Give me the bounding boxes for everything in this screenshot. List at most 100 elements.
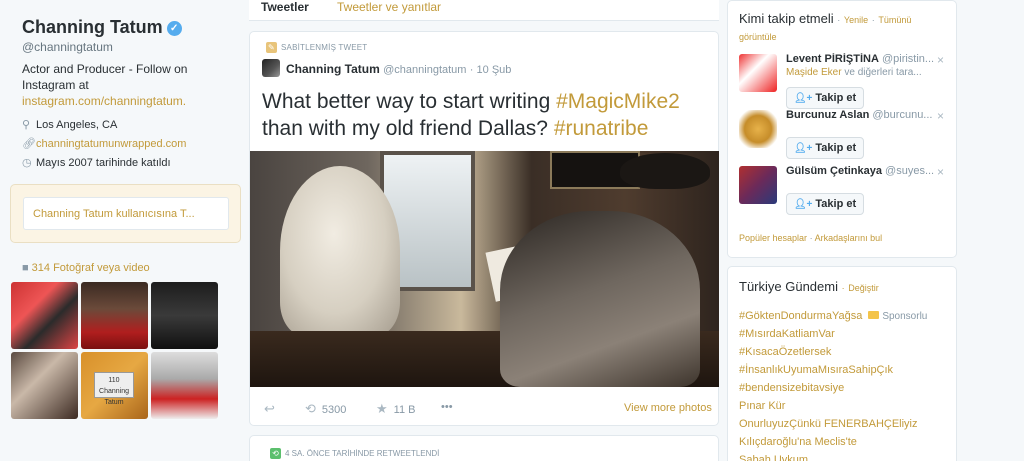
avatar[interactable] bbox=[739, 166, 777, 204]
media-thumbnail[interactable] bbox=[11, 282, 78, 349]
retweet-button[interactable]: ⟲ 5300 bbox=[305, 401, 346, 417]
more-button[interactable]: ••• bbox=[441, 401, 453, 413]
follow-label[interactable]: Takip et bbox=[815, 198, 856, 210]
who-to-follow-heading: Kimi takip etmeli bbox=[739, 11, 834, 26]
website-link[interactable]: channingtatumunwrapped.com bbox=[36, 138, 186, 150]
tweet-photo[interactable] bbox=[250, 151, 719, 387]
media-thumbnail[interactable]: 110 Channing Tatum bbox=[81, 352, 148, 419]
who-to-follow-title: Kimi takip etmeli · Yenile · Tümünü görü… bbox=[739, 11, 949, 45]
profile-name-text[interactable]: Channing Tatum bbox=[22, 17, 163, 37]
thumbnail-plaque: 110 Channing Tatum bbox=[94, 372, 134, 406]
plaque-number: 110 bbox=[108, 377, 120, 384]
find-friends-link[interactable]: Arkadaşlarını bul bbox=[815, 233, 883, 243]
profile-handle[interactable]: @channingtatum bbox=[22, 40, 113, 54]
link-icon: 🔗︎ bbox=[22, 138, 36, 150]
author-handle[interactable]: @channingtatum bbox=[383, 64, 466, 76]
suggestion-name-text[interactable]: Gülsüm Çetinkaya bbox=[786, 165, 882, 177]
favorite-button[interactable]: ★ 11 B bbox=[376, 401, 415, 417]
trend-item[interactable]: #bendensizebitavsiye bbox=[739, 379, 954, 397]
separator: · bbox=[809, 233, 813, 243]
add-user-icon: 👤︎+ bbox=[793, 93, 813, 104]
suggestion-handle[interactable]: @burcunu... bbox=[872, 109, 932, 121]
suggestion-handle[interactable]: @piristin... bbox=[882, 53, 934, 65]
avatar[interactable] bbox=[262, 59, 280, 77]
tweet-date[interactable]: 10 Şub bbox=[477, 64, 512, 76]
plaque-name: Channing Tatum bbox=[99, 388, 129, 406]
trend-item[interactable]: #KısacaÖzetlersek bbox=[739, 343, 954, 361]
trends-list: #GöktenDondurmaYağsa Sponsorlu #MısırdaKa… bbox=[739, 307, 954, 461]
map-pin-icon: ⚲ bbox=[22, 119, 31, 131]
trend-item[interactable]: #MısırdaKatliamVar bbox=[739, 325, 954, 343]
bio-instagram-link[interactable]: instagram.com/channingtatum. bbox=[22, 94, 186, 108]
trend-item[interactable]: Sabah Uykum bbox=[739, 451, 954, 461]
calendar-icon: ◷ bbox=[22, 157, 32, 169]
photos-videos-label[interactable]: 314 Fotoğraf veya video bbox=[32, 262, 150, 274]
tweet-author[interactable]: Channing Tatum @channingtatum · 10 Şub bbox=[286, 62, 511, 76]
follow-label[interactable]: Takip et bbox=[815, 142, 856, 154]
trend-item[interactable]: Kılıçdaroğlu'na Meclis'te bbox=[739, 433, 954, 451]
close-icon[interactable]: × bbox=[937, 53, 944, 67]
follow-button[interactable]: 👤︎+ Takip et bbox=[786, 87, 864, 109]
trend-item[interactable]: #GöktenDondurmaYağsa Sponsorlu bbox=[739, 307, 954, 325]
retweeted-tweet[interactable]: ⟲ 4 SA. ÖNCE TARİHİNDE RETWEETLENDİ bbox=[249, 435, 719, 461]
trend-label[interactable]: #GöktenDondurmaYağsa bbox=[739, 310, 862, 322]
separator: · bbox=[841, 283, 845, 293]
profile-bio: Actor and Producer - Follow on Instagram… bbox=[22, 61, 222, 109]
trend-item[interactable]: #İnsanlıkUyumaMısıraSahipÇık bbox=[739, 361, 954, 379]
timeline: Tweetler Tweetler ve yanıtlar ✎ SABİTLENM… bbox=[249, 0, 719, 461]
author-name[interactable]: Channing Tatum bbox=[286, 62, 380, 76]
avatar[interactable] bbox=[739, 54, 777, 92]
hashtag-link[interactable]: #runatribe bbox=[554, 117, 649, 140]
trends-title: Türkiye Gündemi · Değiştir bbox=[739, 279, 879, 294]
close-icon[interactable]: × bbox=[937, 165, 944, 179]
suggestion-item: Levent PİRİŞTİNA @piristin... × Maşide E… bbox=[739, 51, 949, 109]
tweet-to-input[interactable]: Channing Tatum kullanıcısına T... bbox=[23, 197, 229, 230]
reply-button[interactable]: ↩ bbox=[264, 401, 281, 417]
profile-website[interactable]: 🔗︎channingtatumunwrapped.com bbox=[22, 137, 186, 150]
tweet-text: What better way to start writing #MagicM… bbox=[262, 88, 712, 142]
retweet-icon: ⟲ bbox=[305, 401, 316, 416]
tweet-text-part: What better way to start writing bbox=[262, 90, 557, 113]
view-more-photos-link[interactable]: View more photos bbox=[624, 402, 712, 414]
suggestion-handle[interactable]: @suyes... bbox=[885, 165, 934, 177]
suggestion-name-text[interactable]: Burcunuz Aslan bbox=[786, 109, 869, 121]
follow-label[interactable]: Takip et bbox=[815, 92, 856, 104]
suggestion-context: Maşide Eker ve diğerleri tara... bbox=[786, 67, 936, 78]
tab-tweets[interactable]: Tweetler bbox=[261, 0, 309, 14]
pinned-tweet[interactable]: ✎ SABİTLENMİŞ TWEET Channing Tatum @chann… bbox=[249, 31, 719, 426]
profile-joined: ◷ Mayıs 2007 tarihinde katıldı bbox=[22, 156, 171, 169]
bio-text: Actor and Producer - Follow on Instagram… bbox=[22, 62, 188, 92]
trends-heading: Türkiye Gündemi bbox=[739, 279, 838, 294]
suggestion-name[interactable]: Burcunuz Aslan @burcunu... bbox=[786, 109, 936, 121]
close-icon[interactable]: × bbox=[937, 109, 944, 123]
media-thumbnail[interactable] bbox=[11, 352, 78, 419]
follow-button[interactable]: 👤︎+ Takip et bbox=[786, 137, 864, 159]
trend-item[interactable]: OnurluyuzÇünkü FENERBAHÇEliyiz bbox=[739, 415, 954, 433]
tab-tweets-and-replies[interactable]: Tweetler ve yanıtlar bbox=[337, 0, 441, 14]
photos-videos-link[interactable]: ■ 314 Fotoğraf veya video bbox=[22, 262, 150, 274]
media-thumbnail[interactable] bbox=[81, 282, 148, 349]
context-text: ve diğerleri tara... bbox=[841, 67, 922, 78]
add-user-icon: 👤︎+ bbox=[793, 143, 813, 154]
follow-button[interactable]: 👤︎+ Takip et bbox=[786, 193, 864, 215]
media-thumbnail[interactable] bbox=[151, 282, 218, 349]
suggestion-name[interactable]: Levent PİRİŞTİNA @piristin... bbox=[786, 53, 936, 65]
retweet-count: 5300 bbox=[321, 404, 347, 416]
promoted-icon bbox=[868, 311, 880, 319]
avatar[interactable] bbox=[739, 110, 777, 148]
popular-accounts-link[interactable]: Popüler hesaplar bbox=[739, 233, 807, 243]
suggestion-item: Burcunuz Aslan @burcunu... × 👤︎+ Takip et bbox=[739, 107, 949, 159]
photo-bust bbox=[280, 166, 400, 336]
suggestion-name[interactable]: Gülsüm Çetinkaya @suyes... bbox=[786, 165, 936, 177]
tweet-to-box: Channing Tatum kullanıcısına T... bbox=[10, 184, 241, 243]
suggestion-name-text[interactable]: Levent PİRİŞTİNA bbox=[786, 53, 879, 65]
sponsored-label: Sponsorlu bbox=[882, 311, 928, 322]
context-link[interactable]: Maşide Eker bbox=[786, 67, 842, 78]
media-thumbnail[interactable] bbox=[151, 352, 218, 419]
trend-item[interactable]: Pınar Kür bbox=[739, 397, 954, 415]
refresh-link[interactable]: Yenile bbox=[844, 15, 868, 25]
timeline-tabs: Tweetler Tweetler ve yanıtlar bbox=[249, 0, 719, 21]
hashtag-link[interactable]: #MagicMike2 bbox=[556, 90, 680, 113]
change-trends-link[interactable]: Değiştir bbox=[848, 283, 879, 293]
profile-name[interactable]: Channing Tatum ✓ bbox=[22, 17, 182, 38]
